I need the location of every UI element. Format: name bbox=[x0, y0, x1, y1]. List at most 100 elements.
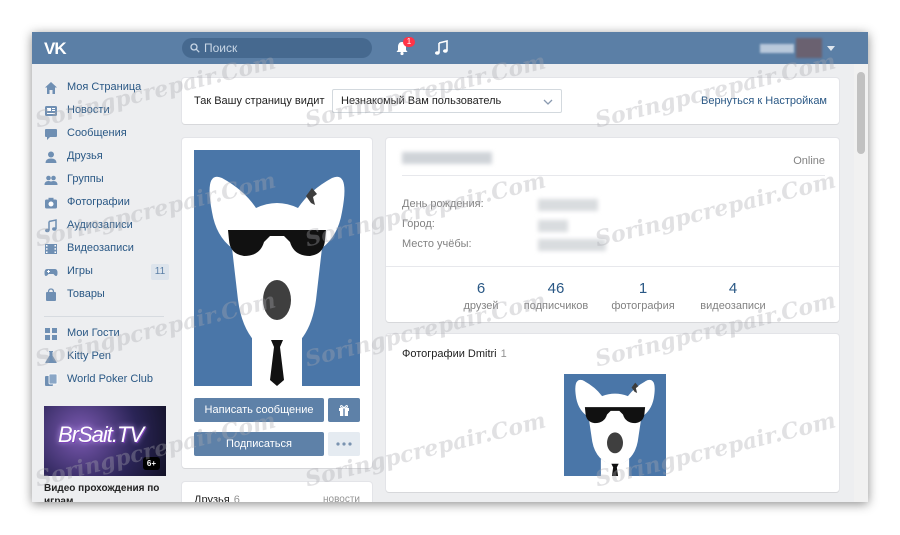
sidebar-item-label: Фотографии bbox=[67, 196, 130, 208]
ad-title: BrSait.TV bbox=[58, 422, 144, 447]
view-as-select[interactable]: Незнакомый Вам пользователь bbox=[332, 89, 562, 113]
sidebar-app-kitty-pen[interactable]: Kitty Pen bbox=[44, 347, 169, 367]
education-value-blurred bbox=[538, 239, 606, 251]
sidebar-item-label: Аудиозаписи bbox=[67, 219, 133, 231]
flask-icon bbox=[45, 351, 57, 363]
profile-stats-divider bbox=[386, 266, 839, 267]
friends-news-link[interactable]: новости bbox=[323, 494, 360, 502]
sidebar-item-label: World Poker Club bbox=[67, 373, 153, 385]
scrollbar-thumb[interactable] bbox=[857, 72, 865, 154]
more-actions-button[interactable] bbox=[328, 432, 360, 456]
groups-icon bbox=[44, 175, 58, 185]
vk-logo[interactable]: VK bbox=[44, 39, 74, 58]
sidebar-item-groups[interactable]: Группы bbox=[44, 170, 169, 190]
music-note-icon bbox=[45, 219, 57, 233]
stat-subscribers[interactable]: 46 подписчиков bbox=[511, 280, 601, 314]
view-as-bar: Так Вашу страницу видит Незнакомый Вам п… bbox=[182, 78, 839, 124]
stat-number: 4 bbox=[728, 280, 738, 297]
sidebar-app-world-poker-club[interactable]: World Poker Club bbox=[44, 370, 169, 390]
sidebar-item-news[interactable]: Новости bbox=[44, 101, 169, 121]
page-scrollbar[interactable] bbox=[854, 64, 868, 502]
search-icon bbox=[190, 43, 200, 53]
education-label: Место учёбы: bbox=[402, 238, 472, 250]
sidebar-item-label: Друзья bbox=[67, 150, 103, 162]
home-icon bbox=[45, 82, 57, 94]
sidebar-divider bbox=[44, 316, 164, 317]
sidebar-item-label: Группы bbox=[67, 173, 104, 185]
city-label: Город: bbox=[402, 218, 435, 230]
stat-number: 1 bbox=[638, 280, 648, 297]
sidebar-item-label: Игры bbox=[67, 265, 93, 277]
photos-count: 1 bbox=[500, 348, 507, 360]
birthday-label: День рождения: bbox=[402, 198, 484, 210]
sidebar-item-label: Товары bbox=[67, 288, 105, 300]
city-value-blurred bbox=[538, 220, 568, 232]
sidebar-item-label: Видеозаписи bbox=[67, 242, 134, 254]
sidebar-item-audio[interactable]: Аудиозаписи bbox=[44, 216, 169, 236]
news-icon bbox=[45, 106, 57, 116]
dog-photo-icon bbox=[575, 379, 655, 476]
sidebar-item-label: Новости bbox=[67, 104, 110, 116]
user-name-blurred[interactable] bbox=[760, 44, 794, 53]
top-bar: VK 1 bbox=[32, 32, 868, 64]
stat-label: видеозаписи bbox=[700, 300, 766, 312]
search-box[interactable] bbox=[182, 38, 372, 58]
online-status: Online bbox=[793, 155, 825, 167]
sidebar-item-goods[interactable]: Товары bbox=[44, 285, 169, 305]
friend-icon bbox=[45, 151, 57, 163]
view-as-label: Так Вашу страницу видит bbox=[194, 95, 325, 107]
user-avatar[interactable] bbox=[796, 38, 822, 58]
stat-photos[interactable]: 1 фотография bbox=[598, 280, 688, 314]
back-to-settings-link[interactable]: Вернуться к Настройкам bbox=[701, 95, 827, 107]
photos-title[interactable]: Фотографии Dmitri 1 bbox=[402, 348, 507, 360]
friends-title[interactable]: Друзья 6 bbox=[194, 494, 240, 502]
notification-badge: 1 bbox=[403, 37, 415, 47]
messages-icon bbox=[45, 129, 57, 140]
profile-avatar-image[interactable] bbox=[194, 150, 360, 386]
profile-divider bbox=[402, 175, 825, 176]
subscribe-button[interactable]: Подписаться bbox=[194, 432, 324, 456]
sidebar-item-label: Мои Гости bbox=[67, 327, 120, 339]
video-icon bbox=[45, 244, 57, 254]
stat-number: 46 bbox=[547, 280, 565, 297]
shopping-bag-icon bbox=[46, 288, 56, 301]
stat-label: подписчиков bbox=[523, 300, 589, 312]
avatar-card: Написать сообщение Подписаться bbox=[182, 138, 372, 468]
browser-window: VK 1 Моя Страница bbox=[32, 32, 868, 502]
sidebar-item-messages[interactable]: Сообщения bbox=[44, 124, 169, 144]
games-count-badge: 11 bbox=[151, 264, 169, 280]
profile-info-card: Online День рождения: Город: Место учёбы… bbox=[386, 138, 839, 322]
sidebar-item-label: Моя Страница bbox=[67, 81, 142, 93]
sidebar-app-my-guests[interactable]: Мои Гости bbox=[44, 324, 169, 344]
view-as-selected-value: Незнакомый Вам пользователь bbox=[341, 95, 502, 107]
photo-thumbnail[interactable] bbox=[564, 374, 666, 476]
sidebar-item-my-page[interactable]: Моя Страница bbox=[44, 78, 169, 98]
write-message-button[interactable]: Написать сообщение bbox=[194, 398, 324, 422]
sidebar-item-friends[interactable]: Друзья bbox=[44, 147, 169, 167]
sidebar-item-video[interactable]: Видеозаписи bbox=[44, 239, 169, 259]
gift-icon bbox=[339, 405, 349, 416]
chevron-down-icon[interactable] bbox=[827, 46, 835, 51]
age-rating-badge: 6+ bbox=[142, 457, 160, 470]
camera-icon bbox=[45, 197, 57, 209]
search-input[interactable] bbox=[204, 38, 364, 58]
ad-banner-image[interactable]: BrSait.TV 6+ bbox=[44, 406, 166, 476]
friends-count: 6 bbox=[233, 494, 240, 502]
gamepad-icon bbox=[44, 269, 58, 276]
more-dots-icon bbox=[336, 442, 352, 446]
cards-icon bbox=[45, 373, 58, 386]
friends-card: Друзья 6 новости bbox=[182, 482, 372, 502]
photos-card: Фотографии Dmitri 1 bbox=[386, 334, 839, 492]
birthday-value-blurred bbox=[538, 199, 598, 211]
chevron-down-icon bbox=[543, 99, 553, 105]
sidebar-item-label: Сообщения bbox=[67, 127, 127, 139]
sidebar-item-label: Kitty Pen bbox=[67, 350, 112, 362]
music-note-icon[interactable] bbox=[434, 40, 448, 56]
sidebar-item-photos[interactable]: Фотографии bbox=[44, 193, 169, 213]
ad-caption[interactable]: Видео прохождения по играм. bbox=[44, 482, 168, 502]
stat-label: фотография bbox=[611, 300, 675, 312]
sidebar-item-games[interactable]: Игры 11 bbox=[44, 262, 169, 282]
dog-avatar-icon bbox=[209, 176, 345, 386]
stat-videos[interactable]: 4 видеозаписи bbox=[688, 280, 778, 314]
gift-button[interactable] bbox=[328, 398, 360, 422]
